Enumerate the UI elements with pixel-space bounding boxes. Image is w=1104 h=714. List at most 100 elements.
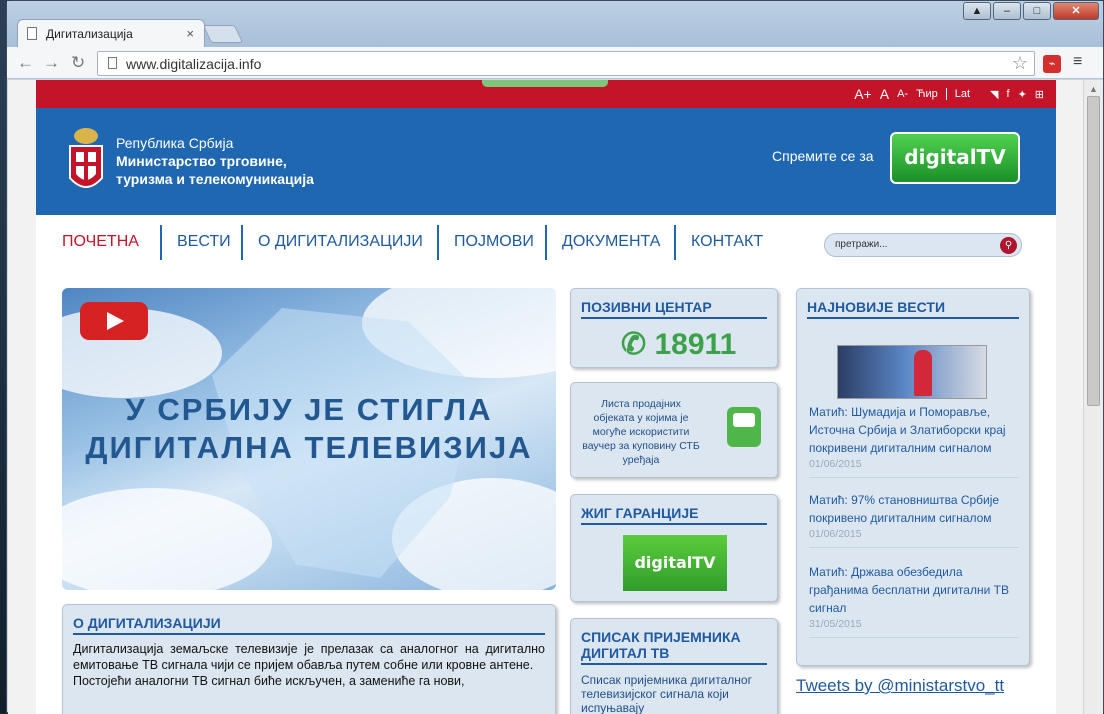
reporter-figure (914, 350, 932, 396)
close-tab-icon[interactable]: × (186, 26, 194, 41)
news-item[interactable]: Матић: Држава обезбедила грађанима беспл… (809, 563, 1019, 638)
url-text: www.digitalizacija.info (126, 56, 262, 72)
user-button[interactable]: ▲ (963, 2, 991, 20)
receivers-text: Списак пријемника дигиталног телевизијск… (581, 673, 752, 714)
tweets-link[interactable]: Tweets by @ministarstvo_tt (796, 676, 1004, 696)
page-viewport: A+ A A- Ћир Lat ◥ f ✦ ⊞ Република Србија… (8, 80, 1083, 714)
back-icon[interactable]: ← (17, 53, 34, 73)
news-headline[interactable]: Матић: 97% становништва Србије покривено… (809, 491, 1019, 527)
font-large-button[interactable]: A+ (854, 86, 872, 102)
about-paragraph: Дигитализација земаљске телевизије је пр… (73, 642, 545, 672)
ministry-name[interactable]: Република Србија Министарство трговине, … (116, 134, 314, 188)
nav-item-home[interactable]: ПОЧЕТНА (62, 233, 139, 251)
about-text: Дигитализација земаљске телевизије је пр… (63, 635, 555, 695)
tab-title: Дигитализација (46, 27, 133, 41)
maximize-button[interactable]: □ (1023, 2, 1051, 20)
facebook-icon[interactable]: f (1007, 88, 1010, 100)
call-center-box[interactable]: ПОЗИВНИ ЦЕНТАР ✆ 18911 (570, 288, 778, 368)
coat-of-arms-icon[interactable] (66, 126, 106, 198)
scrollbar[interactable]: ▲ (1083, 80, 1103, 714)
call-center-title: ПОЗИВНИ ЦЕНТАР (581, 299, 767, 319)
store-list-box[interactable]: Листа продајних објеката у којима је мог… (570, 382, 778, 478)
news-date: 01/06/2015 (809, 527, 1019, 548)
youtube-play-icon[interactable] (80, 302, 148, 340)
close-window-button[interactable]: ✕ (1053, 2, 1099, 20)
search-input[interactable]: претражи... ⚲ (824, 233, 1022, 257)
rss-icon[interactable]: ◥ (990, 88, 998, 101)
main-nav: ПОЧЕТНА ВЕСТИ О ДИГИТАЛИЗАЦИЈИ ПОЈМОВИ Д… (36, 215, 1056, 275)
top-tab[interactable] (482, 80, 608, 87)
receivers-title: СПИСАК ПРИЈЕМНИКА ДИГИТАЛ ТВ (581, 629, 767, 665)
menu-icon[interactable]: ≡ (1073, 53, 1082, 71)
page-icon (27, 27, 37, 40)
guarantee-title: ЖИГ ГАРАНЦИЈЕ (581, 505, 767, 525)
about-paragraph: Постојећи аналогни ТВ сигнал биће искључ… (73, 674, 465, 688)
sitemap-icon[interactable]: ⊞ (1035, 88, 1044, 101)
news-thumbnail[interactable] (837, 345, 987, 399)
browser-toolbar: ← → ↻ www.digitalizacija.info ☆ ⌁ ≡ (7, 47, 1103, 79)
about-title[interactable]: О ДИГИТАЛИЗАЦИЈИ (73, 615, 545, 635)
nav-divider (437, 225, 439, 260)
window-controls: ▲ – □ ✕ (963, 2, 1099, 20)
scrollbar-thumb[interactable] (1087, 96, 1100, 406)
web-page: A+ A A- Ћир Lat ◥ f ✦ ⊞ Република Србија… (36, 80, 1056, 714)
news-date: 31/05/2015 (809, 617, 1019, 638)
guarantee-box[interactable]: ЖИГ ГАРАНЦИЈЕ digitalTV (570, 494, 778, 602)
browser-tab[interactable]: Дигитализација × (17, 19, 205, 47)
news-headline[interactable]: Матић: Шумадија и Поморавље, Источна Срб… (809, 403, 1019, 457)
nav-divider (160, 225, 162, 260)
phone-number-text: 18911 (654, 328, 737, 361)
new-tab-button[interactable] (202, 25, 244, 43)
page-icon (108, 57, 117, 69)
hero-title-line: ДИГИТАЛНА ТЕЛЕВИЗИЈА (85, 430, 533, 465)
nav-item-about[interactable]: О ДИГИТАЛИЗАЦИЈИ (258, 233, 423, 251)
prepare-label: Спремите се за (772, 148, 874, 164)
news-item[interactable]: Матић: 97% становништва Србије покривено… (809, 491, 1019, 548)
digital-tv-seal: digitalTV (623, 535, 727, 591)
utility-links: A+ A A- Ћир Lat ◥ f ✦ ⊞ (854, 86, 1044, 102)
hero-title-line: У СРБИЈУ ЈЕ СТИГЛА (125, 392, 493, 427)
store-list-text: Листа продајних објеката у којима је мог… (582, 398, 700, 466)
nav-divider (241, 225, 243, 260)
nav-divider (674, 225, 676, 260)
tab-strip: Дигитализација × ▲ – □ ✕ (7, 1, 1103, 47)
top-utility-bar: A+ A A- Ћир Lat ◥ f ✦ ⊞ (36, 80, 1056, 108)
nav-divider (545, 225, 547, 260)
phone-number: ✆ 18911 (621, 327, 736, 362)
news-item[interactable]: Матић: Шумадија и Поморавље, Источна Срб… (809, 403, 1019, 478)
address-bar[interactable]: www.digitalizacija.info ☆ (97, 51, 1035, 76)
bookmark-star-icon[interactable]: ☆ (1012, 53, 1028, 74)
ministry-line: Министарство трговине, (116, 153, 287, 169)
nav-item-documents[interactable]: ДОКУМЕНТА (562, 233, 660, 251)
search-icon[interactable]: ⚲ (1000, 237, 1017, 254)
news-headline[interactable]: Матић: Држава обезбедила грађанима беспл… (809, 563, 1019, 617)
news-box: НАЈНОВИЈЕ ВЕСТИ Матић: Шумадија и Помора… (796, 288, 1030, 666)
nav-item-contact[interactable]: КОНТАКТ (691, 233, 763, 251)
forward-icon[interactable]: → (43, 53, 60, 73)
browser-window: Дигитализација × ▲ – □ ✕ ← → ↻ www.digit… (6, 0, 1104, 714)
site-header: Република Србија Министарство трговине, … (36, 108, 1056, 215)
receivers-box[interactable]: СПИСАК ПРИЈЕМНИКА ДИГИТАЛ ТВ Списак приј… (570, 618, 778, 714)
nav-item-terms[interactable]: ПОЈМОВИ (454, 233, 534, 251)
search-placeholder: претражи... (835, 239, 888, 250)
separator (945, 88, 947, 100)
digital-tv-logo[interactable]: digitalTV (890, 132, 1020, 184)
font-medium-button[interactable]: A (880, 86, 889, 102)
latin-link[interactable]: Lat (955, 88, 970, 100)
nav-item-news[interactable]: ВЕСТИ (177, 233, 231, 251)
tv-mascot-icon (727, 407, 761, 447)
ministry-line: туризма и телекомуникација (116, 171, 314, 187)
phone-icon: ✆ (621, 328, 647, 361)
extension-icon[interactable]: ⌁ (1043, 55, 1061, 73)
hero-video[interactable]: У СРБИЈУ ЈЕ СТИГЛА ДИГИТАЛНА ТЕЛЕВИЗИЈА (62, 288, 556, 590)
news-title[interactable]: НАЈНОВИЈЕ ВЕСТИ (807, 299, 1019, 319)
cyrillic-link[interactable]: Ћир (916, 88, 938, 100)
font-small-button[interactable]: A- (897, 88, 908, 100)
republic-label: Република Србија (116, 135, 234, 151)
minimize-button[interactable]: – (993, 2, 1021, 20)
scroll-up-icon[interactable]: ▲ (1089, 84, 1098, 94)
reload-icon[interactable]: ↻ (71, 53, 85, 73)
twitter-icon[interactable]: ✦ (1018, 88, 1027, 101)
about-box: О ДИГИТАЛИЗАЦИЈИ Дигитализација земаљске… (62, 604, 556, 714)
cloud-shape (62, 488, 272, 590)
